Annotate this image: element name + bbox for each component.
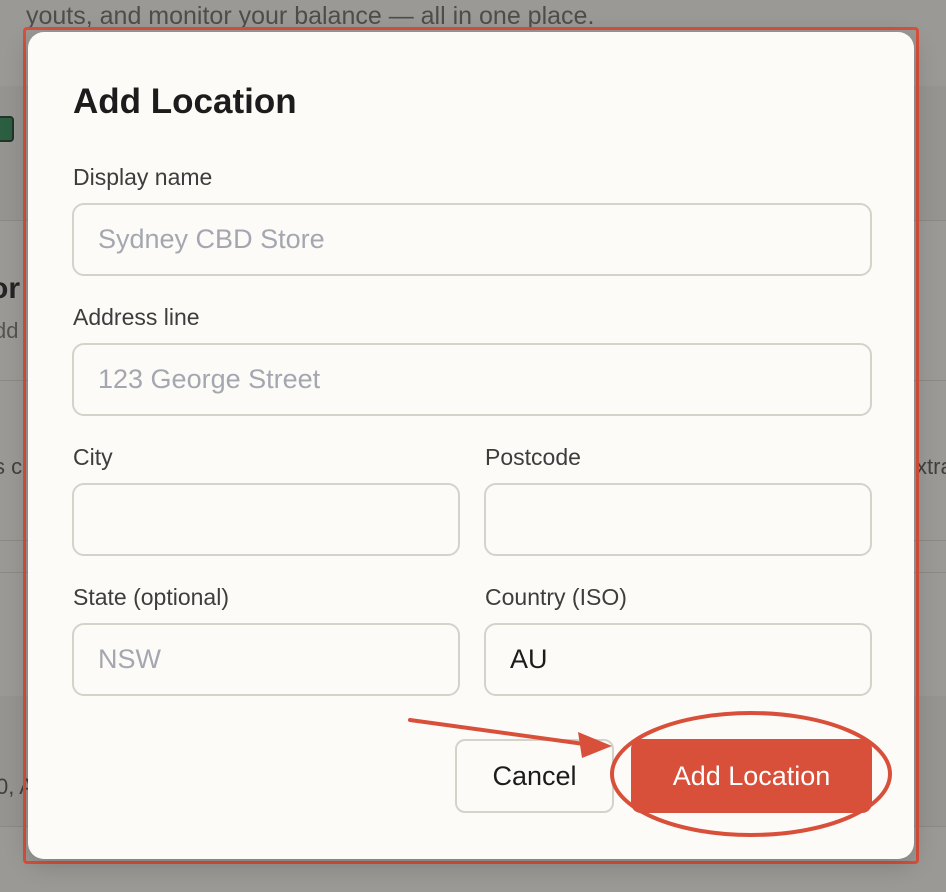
display-name-label: Display name bbox=[73, 164, 213, 190]
postcode-input[interactable] bbox=[484, 483, 872, 556]
address-line-input[interactable] bbox=[72, 343, 872, 416]
add-location-dialog: Add Location Display name Address line C… bbox=[28, 32, 914, 859]
dialog-title: Add Location bbox=[73, 82, 297, 121]
address-line-label: Address line bbox=[73, 304, 200, 330]
cancel-button[interactable]: Cancel bbox=[455, 739, 614, 813]
add-location-button[interactable]: Add Location bbox=[631, 739, 872, 813]
city-input[interactable] bbox=[72, 483, 460, 556]
postcode-label: Postcode bbox=[485, 444, 581, 470]
state-label: State (optional) bbox=[73, 584, 229, 610]
display-name-input[interactable] bbox=[72, 203, 872, 276]
country-label: Country (ISO) bbox=[485, 584, 627, 610]
state-input[interactable] bbox=[72, 623, 460, 696]
country-input[interactable] bbox=[484, 623, 872, 696]
city-label: City bbox=[73, 444, 113, 470]
